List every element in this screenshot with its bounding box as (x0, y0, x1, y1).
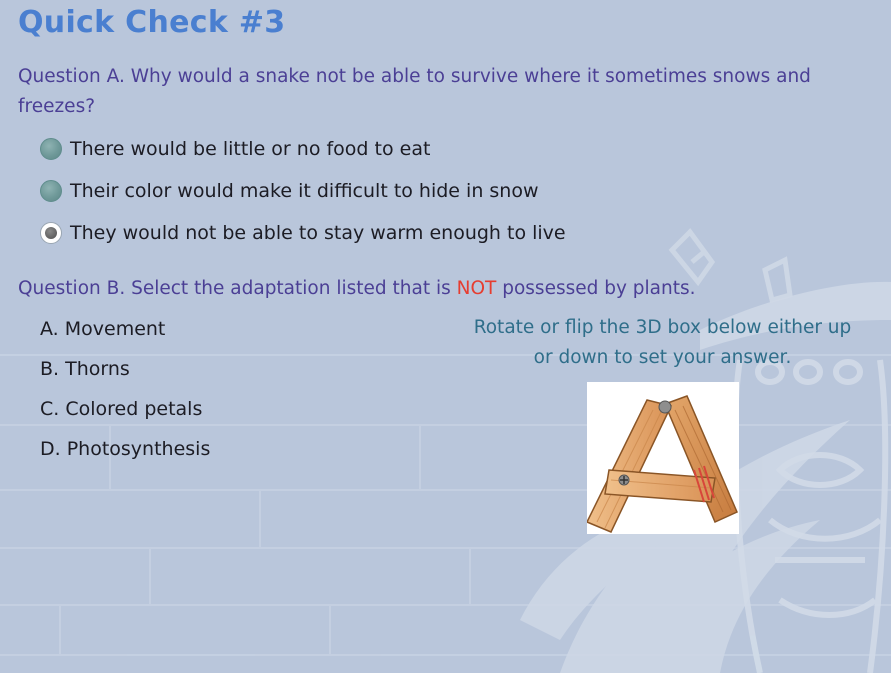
option-label: There would be little or no food to eat (70, 138, 431, 160)
question-a-option-1[interactable]: There would be little or no food to eat (40, 135, 430, 163)
question-b-text: Question B. Select the adaptation listed… (18, 278, 696, 299)
question-a-text: Question A. Why would a snake not be abl… (18, 66, 811, 117)
question-b-text-end: possessed by plants. (496, 278, 696, 299)
radio-button-icon[interactable] (40, 138, 62, 160)
question-b-choice-a: A. Movement (40, 318, 166, 340)
option-label: Their color would make it difficult to h… (70, 180, 539, 202)
page-title: Quick Check #3 (18, 5, 286, 40)
question-a-option-3[interactable]: They would not be able to stay warm enou… (40, 219, 566, 247)
question-b-choice-d: D. Photosynthesis (40, 438, 211, 460)
radio-button-icon[interactable] (40, 180, 62, 202)
radio-button-selected-icon[interactable] (40, 222, 62, 244)
rotatable-3d-answer-box[interactable] (585, 382, 739, 534)
question-b-text-start: Question B. Select the adaptation listed… (18, 278, 457, 299)
wooden-letter-a-icon (585, 395, 738, 533)
option-label: They would not be able to stay warm enou… (70, 222, 566, 244)
question-b-emphasis: NOT (456, 278, 497, 299)
question-a-option-2[interactable]: Their color would make it difficult to h… (40, 177, 539, 205)
question-b-choice-c: C. Colored petals (40, 398, 203, 420)
question-b-choice-b: B. Thorns (40, 358, 130, 380)
radio-dot-icon (45, 227, 57, 239)
instruction-text: Rotate or flip the 3D box below either u… (473, 317, 852, 368)
